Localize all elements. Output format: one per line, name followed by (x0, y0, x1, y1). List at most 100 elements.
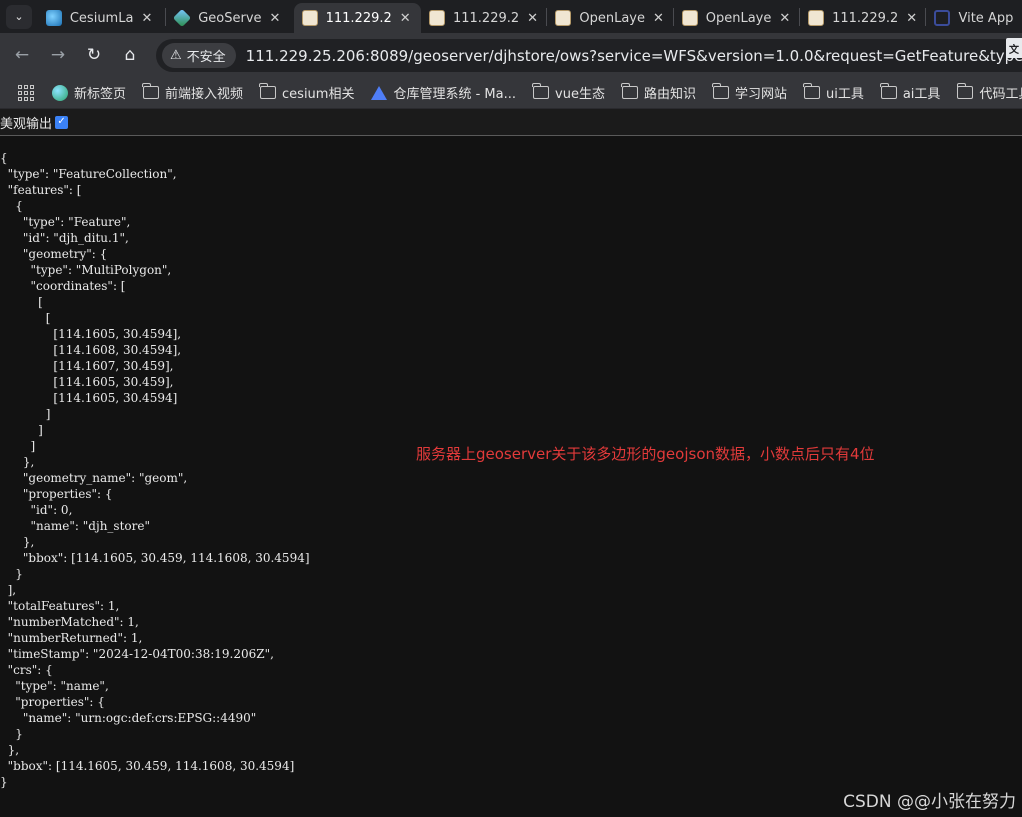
bookmark-warehouse-system[interactable]: 仓库管理系统 - Ma... (371, 83, 516, 102)
bookmark-folder-ai-tools[interactable]: ai工具 (880, 83, 941, 102)
json-line: "geometry_name": "geom", (0, 471, 188, 485)
bookmark-label: ai工具 (902, 87, 941, 102)
json-line: "type": "FeatureCollection", (0, 167, 177, 181)
apps-grid-icon[interactable] (18, 84, 34, 101)
bookmark-label: ui工具 (825, 87, 864, 102)
bookmark-folder-learning[interactable]: 学习网站 (712, 83, 787, 102)
tab-openlayers-2[interactable]: OpenLaye ✕ (674, 3, 799, 33)
tab-title: OpenLaye (705, 10, 772, 26)
translate-icon[interactable]: 文 (1006, 38, 1022, 58)
json-line: } (0, 727, 23, 741)
json-line: { (0, 151, 8, 165)
bookmark-folder-router[interactable]: 路由知识 (621, 83, 696, 102)
forward-button[interactable]: → (44, 41, 72, 69)
arrow-left-icon: ← (14, 45, 30, 65)
image-icon (808, 10, 825, 26)
bookmark-folder-code-tools[interactable]: 代码工具 (956, 83, 1022, 102)
tab-wfs-2[interactable]: 111.229.2 ✕ (421, 3, 546, 33)
json-line: }, (0, 535, 35, 549)
json-line: }, (0, 743, 20, 757)
json-line: "coordinates": [ (0, 279, 126, 293)
tab-title: GeoServe (198, 10, 262, 26)
bookmark-folder-ui-tools[interactable]: ui工具 (803, 83, 864, 102)
globe-icon (52, 84, 68, 101)
reload-button[interactable]: ↻ (80, 41, 108, 69)
close-icon[interactable]: ✕ (653, 11, 664, 26)
tab-wfs-3[interactable]: 111.229.2 ✕ (800, 3, 925, 33)
folder-icon (803, 83, 820, 99)
arrow-right-icon: → (50, 45, 66, 65)
close-icon[interactable]: ✕ (270, 11, 281, 26)
bookmark-folder-frontend-video[interactable]: 前端接入视频 (142, 83, 244, 102)
geoserver-icon (173, 8, 192, 28)
bookmark-label: 新标签页 (74, 87, 127, 102)
json-line: [114.1605, 30.4594], (0, 327, 182, 341)
cesium-icon (45, 10, 62, 26)
image-icon (555, 10, 572, 26)
tab-geoserver[interactable]: GeoServe ✕ (166, 3, 293, 33)
folder-icon (142, 83, 160, 99)
image-icon (681, 10, 698, 26)
json-line: "totalFeatures": 1, (0, 599, 120, 613)
close-icon[interactable]: ✕ (906, 11, 917, 26)
tab-title: 111.229.2 (452, 10, 520, 26)
json-line: [ (0, 295, 43, 309)
json-line: [114.1605, 30.4594] (0, 391, 178, 405)
url-text[interactable]: 111.229.25.206:8089/geoserver/djhstore/o… (246, 47, 1022, 65)
json-line: { (0, 199, 23, 213)
bookmark-folder-vue[interactable]: vue生态 (532, 83, 605, 102)
pretty-print-checkbox[interactable]: ✓ (55, 115, 69, 129)
tab-cesium[interactable]: CesiumLa ✕ (38, 3, 165, 33)
json-line: [114.1607, 30.459], (0, 359, 174, 373)
bookmark-label: 路由知识 (643, 87, 696, 102)
json-line: "numberReturned": 1, (0, 631, 143, 645)
bookmark-new-tab[interactable]: 新标签页 (52, 83, 126, 102)
json-line: "bbox": [114.1605, 30.459, 114.1608, 30.… (0, 551, 310, 565)
bookmark-label: vue生态 (555, 87, 605, 102)
json-line: "bbox": [114.1605, 30.459, 114.1608, 30.… (0, 759, 295, 773)
vite-icon (934, 10, 951, 26)
folder-icon (621, 83, 638, 99)
json-line: [114.1605, 30.459], (0, 375, 174, 389)
tab-title: 111.229.2 (325, 10, 392, 26)
json-line: ] (0, 407, 51, 421)
tab-search-button[interactable]: ⌄ (6, 4, 32, 29)
json-line: } (0, 567, 23, 581)
json-line: "geometry": { (0, 247, 108, 261)
close-icon[interactable]: ✕ (400, 11, 411, 26)
red-annotation-text: 服务器上geoserver关于该多边形的geojson数据，小数点后只有4位 (416, 445, 875, 463)
pretty-print-bar: 美观输出 ✓ (0, 109, 1022, 136)
tab-title: CesiumLa (69, 10, 134, 26)
tab-title: OpenLaye (579, 10, 645, 26)
close-icon[interactable]: ✕ (527, 11, 538, 26)
json-line: "type": "name", (0, 679, 109, 693)
tab-title: 111.229.2 (832, 10, 899, 26)
home-button[interactable]: ⌂ (116, 41, 144, 69)
json-line: "features": [ (0, 183, 82, 197)
json-line: [114.1608, 30.4594], (0, 343, 182, 357)
json-line: ], (0, 583, 17, 597)
security-chip[interactable]: ⚠ 不安全 (162, 43, 236, 68)
image-icon (428, 10, 445, 26)
checkmark-icon: ✓ (57, 116, 66, 127)
folder-icon (259, 83, 277, 99)
tab-vite-app[interactable]: Vite App (926, 3, 1022, 33)
bookmark-label: 学习网站 (734, 87, 787, 102)
reload-icon: ↻ (86, 45, 102, 65)
bookmark-folder-cesium[interactable]: cesium相关 (259, 83, 354, 102)
close-icon[interactable]: ✕ (779, 11, 790, 26)
bookmark-label: 前端接入视频 (165, 87, 244, 102)
close-icon[interactable]: ✕ (141, 11, 152, 26)
tab-strip: ⌄ CesiumLa ✕ GeoServe ✕ 111.229.2 ✕ 111.… (0, 0, 1022, 33)
back-button[interactable]: ← (8, 41, 36, 69)
json-line: "type": "Feature", (0, 215, 131, 229)
navigation-bar: ← → ↻ ⌂ ⚠ 不安全 111.229.25.206:8089/geoser… (0, 33, 1022, 77)
address-bar[interactable]: ⚠ 不安全 111.229.25.206:8089/geoserver/djhs… (156, 39, 1022, 72)
bookmark-label: 仓库管理系统 - Ma... (393, 87, 517, 102)
json-line: "properties": { (0, 487, 113, 501)
tab-active-wfs[interactable]: 111.229.2 ✕ (293, 3, 421, 33)
folder-icon (532, 83, 550, 99)
tab-openlayers-1[interactable]: OpenLaye ✕ (547, 3, 672, 33)
json-line: "properties": { (0, 695, 105, 709)
warning-icon: ⚠ (170, 48, 182, 63)
